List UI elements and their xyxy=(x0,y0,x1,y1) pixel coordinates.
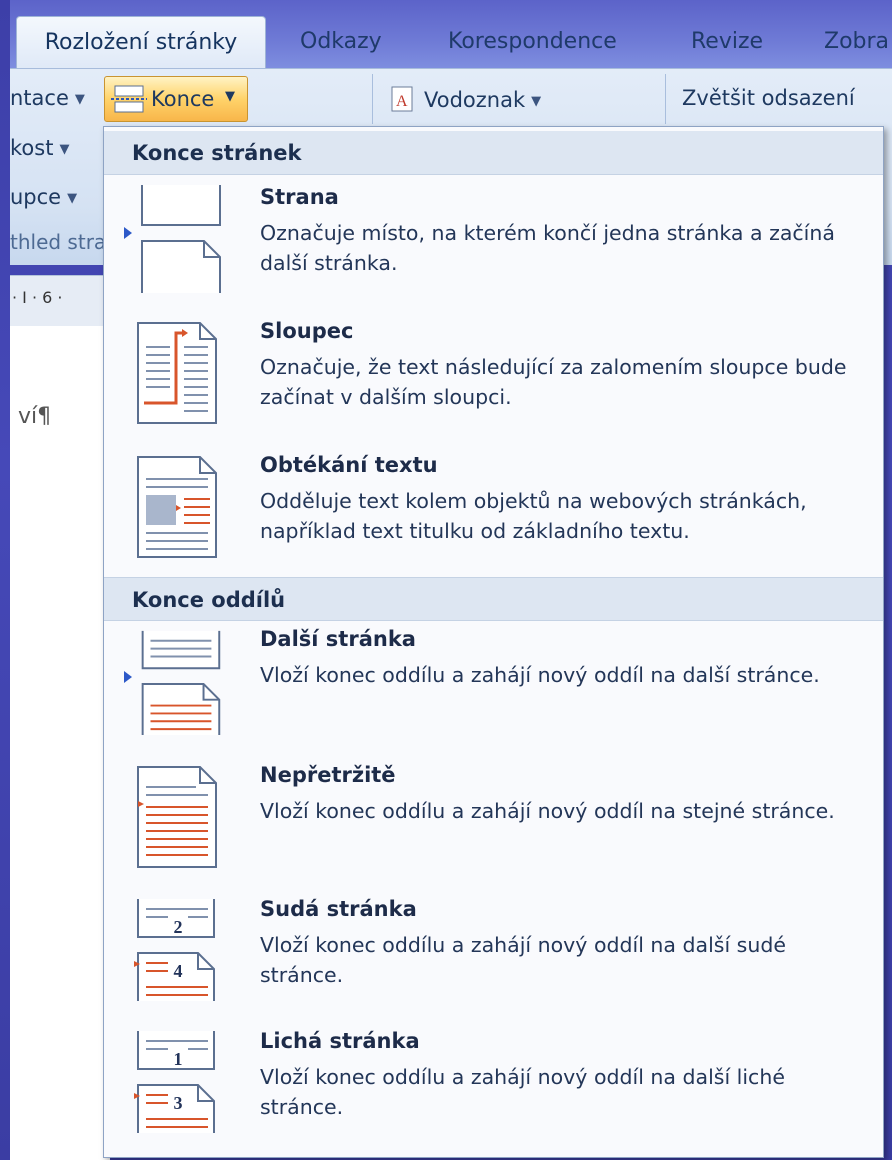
menu-item-even-page[interactable]: 2 4 Sudá stránka Vloží konec oddílu a za… xyxy=(104,897,883,1007)
document-text: ví¶ xyxy=(18,404,52,429)
menu-item-continuous[interactable]: Nepřetržitě Vloží konec oddílu a zahájí … xyxy=(104,763,883,873)
breaks-label: Konce xyxy=(151,87,215,111)
pointer-marker-icon xyxy=(124,227,132,239)
columns-button[interactable]: upce ▼ xyxy=(10,185,77,209)
breaks-icon xyxy=(111,85,147,113)
even-page-section-icon: 2 4 xyxy=(134,899,215,1001)
section-header-section-breaks: Konce oddílů xyxy=(104,577,883,621)
menu-item-title: Další stránka xyxy=(260,627,416,651)
menu-item-description: Označuje místo, na kterém končí jedna st… xyxy=(260,221,835,275)
svg-text:1: 1 xyxy=(174,1049,183,1069)
page-break-icon xyxy=(141,185,221,293)
section-header-page-breaks: Konce stránek xyxy=(104,131,883,175)
menu-item-column-break[interactable]: Sloupec Označuje, že text následující za… xyxy=(104,319,883,429)
menu-item-description: Vloží konec oddílu a zahájí nový oddíl n… xyxy=(260,933,786,987)
menu-item-title: Strana xyxy=(260,185,339,209)
watermark-button[interactable]: A Vodoznak ▼ xyxy=(390,86,541,112)
breaks-button[interactable]: Konce ▼ xyxy=(104,76,248,122)
horizontal-ruler: · I · 6 · xyxy=(10,275,110,327)
column-break-icon xyxy=(137,322,217,424)
menu-item-title: Sloupec xyxy=(260,319,354,343)
group-divider xyxy=(665,74,666,124)
orientation-button[interactable]: ntace ▼ xyxy=(10,86,85,110)
tab-page-layout[interactable]: Rozložení stránky xyxy=(16,16,266,69)
size-button[interactable]: kost ▼ xyxy=(10,136,69,160)
tab-references[interactable]: Odkazy xyxy=(300,16,382,68)
group-divider xyxy=(372,74,373,124)
menu-item-page-break[interactable]: Strana Označuje místo, na kterém končí j… xyxy=(104,185,883,295)
page-setup-group-label: thled stra xyxy=(10,230,107,254)
pointer-marker-icon xyxy=(124,671,132,683)
document-area[interactable]: ví¶ xyxy=(10,326,110,1160)
tab-mailings[interactable]: Korespondence xyxy=(448,16,617,68)
next-page-section-icon xyxy=(141,630,221,736)
menu-item-odd-page[interactable]: 1 3 Lichá stránka Vloží konec oddílu a z… xyxy=(104,1029,883,1139)
menu-item-title: Lichá stránka xyxy=(260,1029,420,1053)
menu-item-title: Nepřetržitě xyxy=(260,763,396,787)
menu-item-description: Označuje, že text následující za zalomen… xyxy=(260,355,847,409)
menu-item-title: Sudá stránka xyxy=(260,897,417,921)
svg-text:2: 2 xyxy=(174,917,183,937)
menu-item-description: Odděluje text kolem objektů na webových … xyxy=(260,489,807,543)
watermark-icon: A xyxy=(391,86,413,112)
odd-page-section-icon: 1 3 xyxy=(134,1031,215,1133)
text-wrapping-icon xyxy=(137,456,217,558)
tab-view[interactable]: Zobra xyxy=(824,16,889,68)
menu-item-description: Vloží konec oddílu a zahájí nový oddíl n… xyxy=(260,663,820,687)
menu-item-description: Vloží konec oddílu a zahájí nový oddíl n… xyxy=(260,799,835,823)
menu-item-next-page[interactable]: Další stránka Vloží konec oddílu a zaháj… xyxy=(104,627,883,739)
chevron-down-icon: ▼ xyxy=(225,89,235,104)
svg-text:A: A xyxy=(396,93,408,110)
increase-indent-label[interactable]: Zvětšit odsazení xyxy=(682,86,855,110)
continuous-section-icon xyxy=(137,766,217,868)
tab-review[interactable]: Revize xyxy=(691,16,763,68)
ribbon-tab-bar: Rozložení stránky Odkazy Korespondence R… xyxy=(10,0,892,70)
svg-text:3: 3 xyxy=(174,1093,183,1113)
menu-item-description: Vloží konec oddílu a zahájí nový oddíl n… xyxy=(260,1065,785,1119)
menu-item-title: Obtékání textu xyxy=(260,453,438,477)
breaks-dropdown-menu: Konce stránek Strana Označuje místo, na … xyxy=(103,126,884,1158)
menu-item-text-wrapping[interactable]: Obtékání textu Odděluje text kolem objek… xyxy=(104,453,883,563)
svg-text:4: 4 xyxy=(174,961,183,981)
